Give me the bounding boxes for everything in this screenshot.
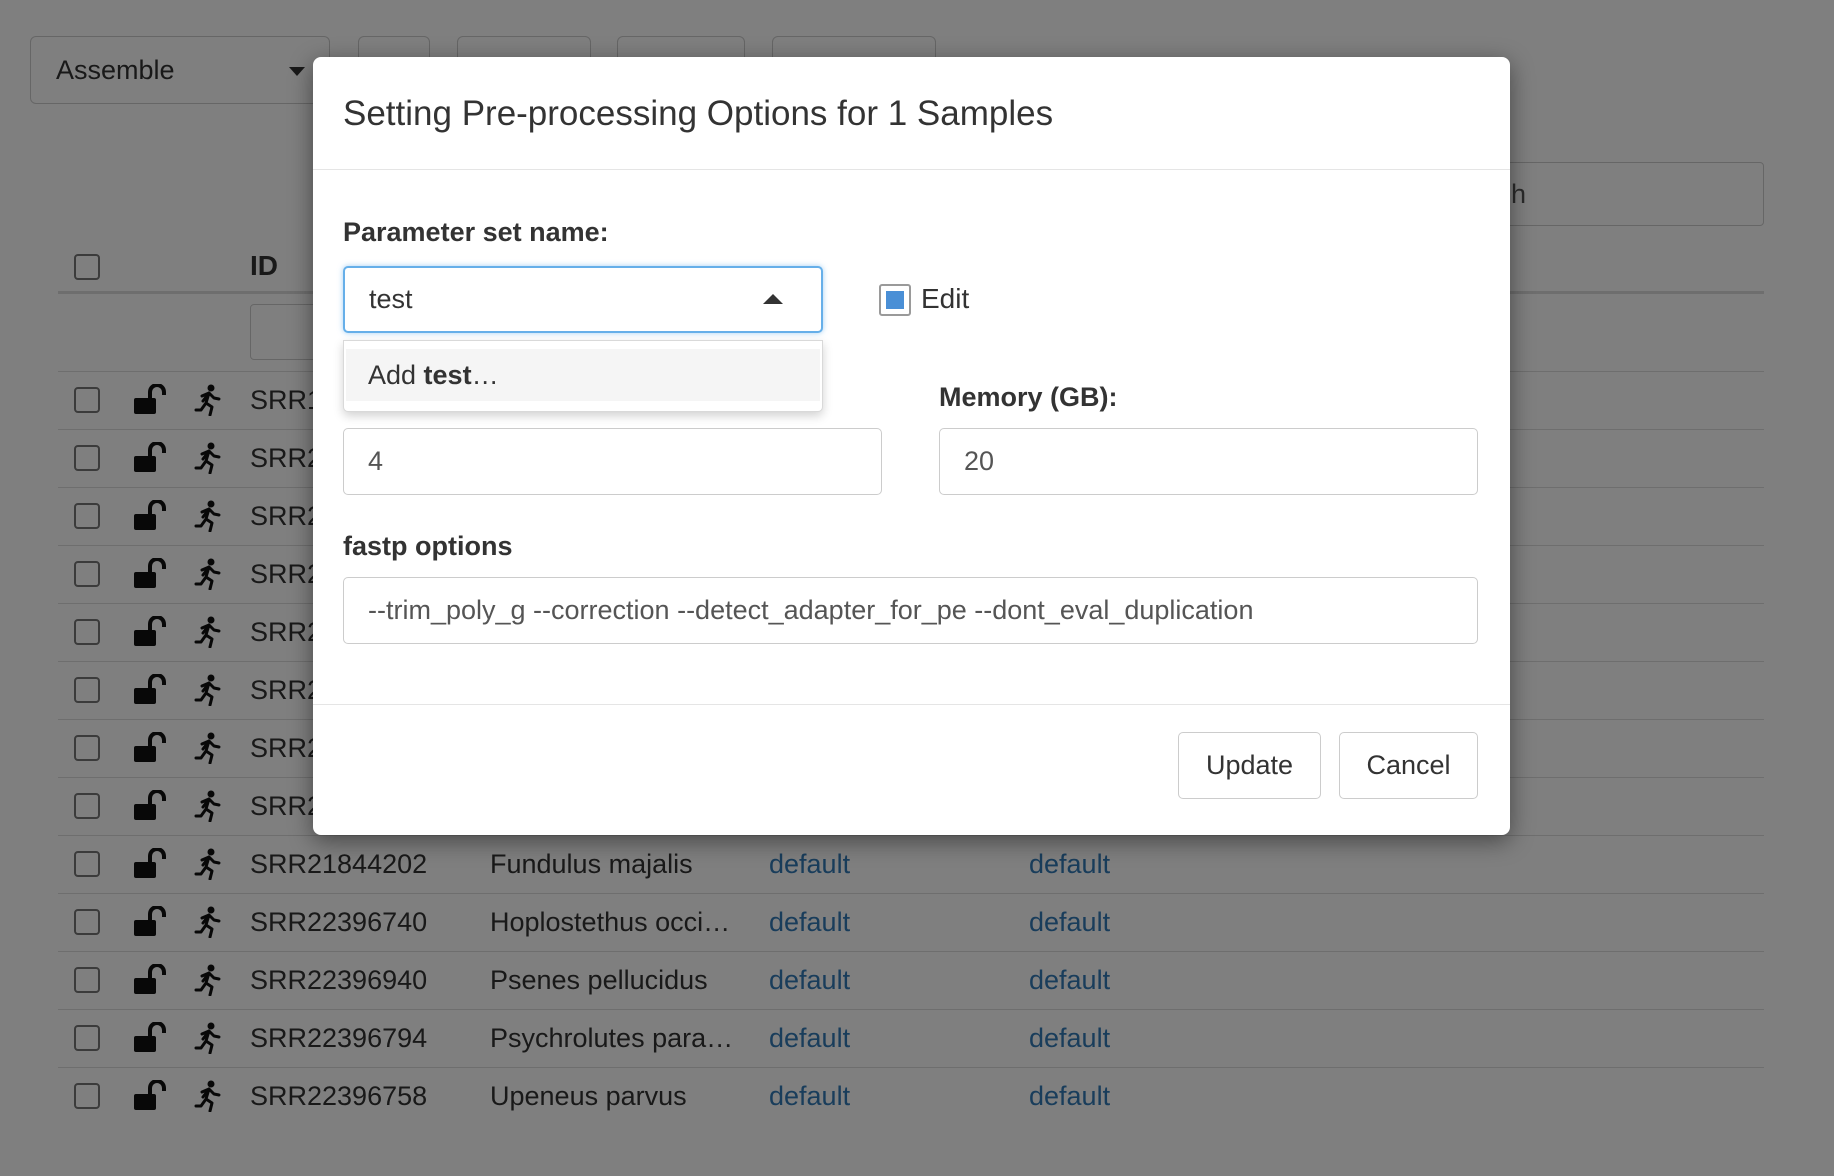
memory-input[interactable]: 20 xyxy=(939,428,1478,495)
option-suffix: … xyxy=(471,360,499,390)
fastp-options-value: --trim_poly_g --correction --detect_adap… xyxy=(368,595,1254,625)
modal-title: Setting Pre-processing Options for 1 Sam… xyxy=(343,94,1054,133)
param-set-label: Parameter set name: xyxy=(343,217,609,247)
memory-value: 20 xyxy=(964,446,995,476)
edit-checkbox[interactable] xyxy=(879,284,911,316)
memory-label: Memory (GB): xyxy=(939,382,1118,412)
option-bold-name: test xyxy=(423,360,472,390)
fastp-options-label: fastp options xyxy=(343,531,513,561)
chevron-up-icon xyxy=(763,294,783,304)
fastp-options-input[interactable]: --trim_poly_g --correction --detect_adap… xyxy=(343,577,1478,644)
param-set-combobox[interactable]: test xyxy=(343,266,823,333)
threads-value: 4 xyxy=(368,446,384,476)
edit-label: Edit xyxy=(921,283,970,314)
param-set-value: test xyxy=(369,284,413,314)
dropdown-option-add[interactable]: Add test… xyxy=(346,349,820,401)
update-button[interactable]: Update xyxy=(1178,732,1321,799)
app-page: Assemble ⟳ STATE LOCK UPDATE h ID SRR1SR… xyxy=(0,0,1834,1176)
preprocessing-options-modal: Setting Pre-processing Options for 1 Sam… xyxy=(313,57,1510,835)
option-prefix: Add xyxy=(368,360,424,390)
param-set-dropdown: Add test… xyxy=(343,340,823,412)
cancel-button[interactable]: Cancel xyxy=(1339,732,1478,799)
threads-input[interactable]: 4 xyxy=(343,428,882,495)
modal-header: Setting Pre-processing Options for 1 Sam… xyxy=(313,57,1510,170)
modal-footer: Update Cancel xyxy=(313,704,1510,835)
